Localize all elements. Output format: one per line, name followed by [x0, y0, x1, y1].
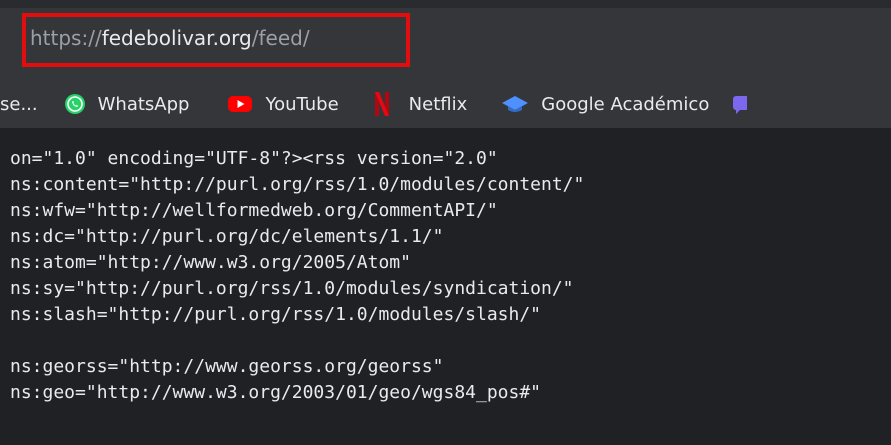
xml-source-view: on="1.0" encoding="UTF-8"?><rss version=…: [0, 128, 891, 445]
source-line: ns:wfw="http://wellformedweb.org/Comment…: [10, 200, 498, 221]
source-line: on="1.0" encoding="UTF-8"?><rss version=…: [10, 148, 498, 169]
whatsapp-icon: [64, 93, 86, 115]
bookmark-whatsapp[interactable]: WhatsApp: [64, 80, 190, 128]
bookmark-youtube-label: YouTube: [265, 93, 339, 115]
source-line: ns:geo="http://www.w3.org/2003/01/geo/wg…: [10, 382, 542, 403]
tab-strip: [0, 0, 891, 8]
url-highlight-box: [22, 13, 410, 67]
source-line: ns:content="http://purl.org/rss/1.0/modu…: [10, 174, 585, 195]
source-line: ns:sy="http://purl.org/rss/1.0/modules/s…: [10, 278, 574, 299]
source-line: ns:atom="http://www.w3.org/2005/Atom": [10, 252, 411, 273]
netflix-icon: [374, 92, 389, 116]
source-line: ns:georss="http://www.georss.org/georss": [10, 356, 444, 377]
bookmark-netflix[interactable]: Netflix: [374, 80, 468, 128]
graduation-cap-icon: [501, 93, 529, 115]
youtube-icon: [227, 94, 253, 114]
bookmark-cut-off[interactable]: [733, 80, 748, 128]
bookmark-youtube[interactable]: YouTube: [227, 80, 339, 128]
bookmark-netflix-label: Netflix: [408, 93, 468, 115]
source-line: ns:slash="http://purl.org/rss/1.0/module…: [10, 304, 542, 325]
bookmark-whatsapp-label: WhatsApp: [97, 93, 190, 115]
bookmark-google-scholar-label: Google Académico: [541, 93, 710, 115]
source-line: ns:dc="http://purl.org/dc/elements/1.1/": [10, 226, 444, 247]
browser-toolbar: https://fedebolivar.org/feed/: [0, 0, 891, 85]
bookmark-google-scholar[interactable]: Google Académico: [501, 80, 709, 128]
chat-bubble-icon: [733, 92, 748, 116]
bookmarks-bar: se... WhatsApp YouTube Netflix Google Ac…: [0, 80, 891, 128]
bookmark-truncated[interactable]: se...: [0, 80, 38, 128]
bookmark-truncated-label: se...: [0, 93, 38, 115]
